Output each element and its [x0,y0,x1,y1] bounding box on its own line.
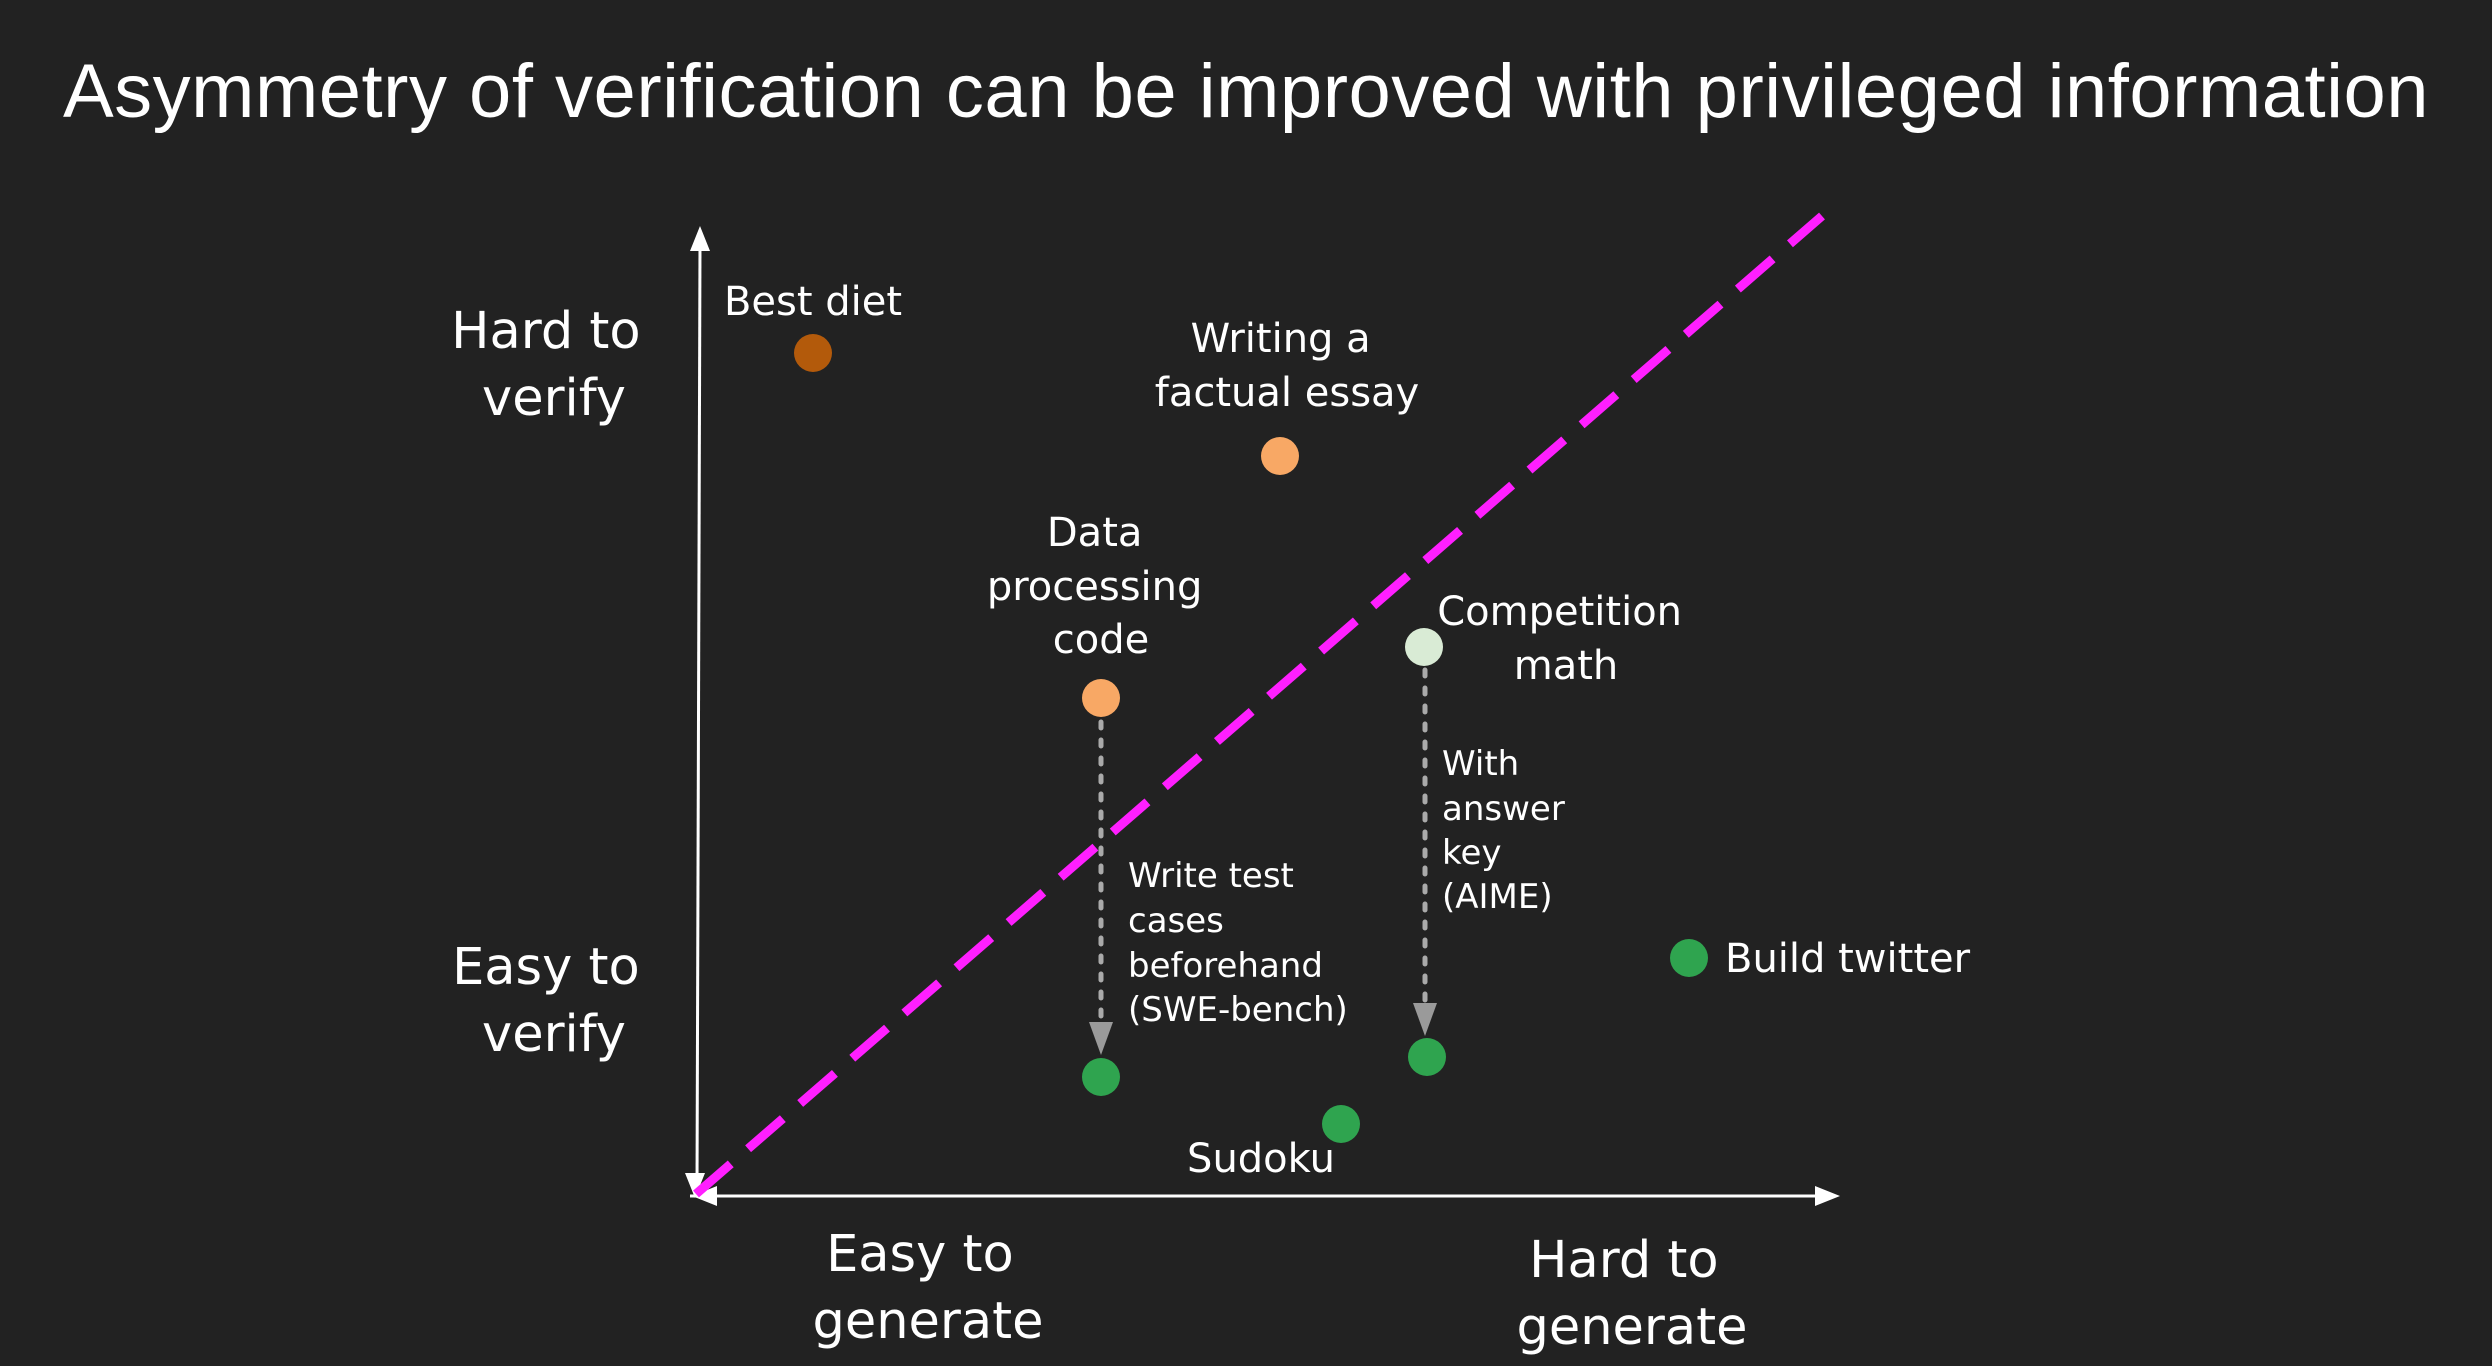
label-data-processing: Data processing code [987,510,1215,663]
label-build-twitter: Build twitter [1725,936,1971,982]
label-competition-math: Competition math [1437,589,1695,689]
x-axis-arrowhead-icon [1815,1186,1840,1206]
y-axis [695,243,702,1189]
label-test-cases: Write test cases beforehand (SWE-bench) [1128,856,1348,1030]
arrow-answer-key [1413,667,1437,1036]
point-best-diet [794,334,832,372]
point-build-twitter [1670,939,1708,977]
label-best-diet: Best diet [724,279,902,325]
point-data-processing [1082,679,1120,717]
label-factual-essay: Writing a factual essay [1155,316,1419,416]
arrow-test-cases-head-icon [1089,1022,1113,1055]
label-answer-key: With answer key (AIME) [1442,744,1576,917]
y-axis-bottom-label: Easy to verify [452,938,656,1064]
point-data-processing-verified [1082,1058,1120,1096]
arrow-answer-key-head-icon [1413,1003,1437,1036]
x-axis-right-label: Hard to generate [1516,1231,1747,1357]
y-axis-arrowhead-icon [690,226,710,251]
x-axis-left-label: Easy to generate [812,1225,1043,1351]
arrow-test-cases [1089,719,1113,1055]
point-competition-math-verified [1408,1038,1446,1076]
diagonal-dashed-line [693,212,1825,1198]
point-factual-essay [1261,437,1299,475]
verification-diagram: Hard to verify Easy to verify Easy to ge… [451,212,1971,1357]
label-sudoku: Sudoku [1187,1136,1335,1182]
y-axis-top-label: Hard to verify [451,302,657,428]
